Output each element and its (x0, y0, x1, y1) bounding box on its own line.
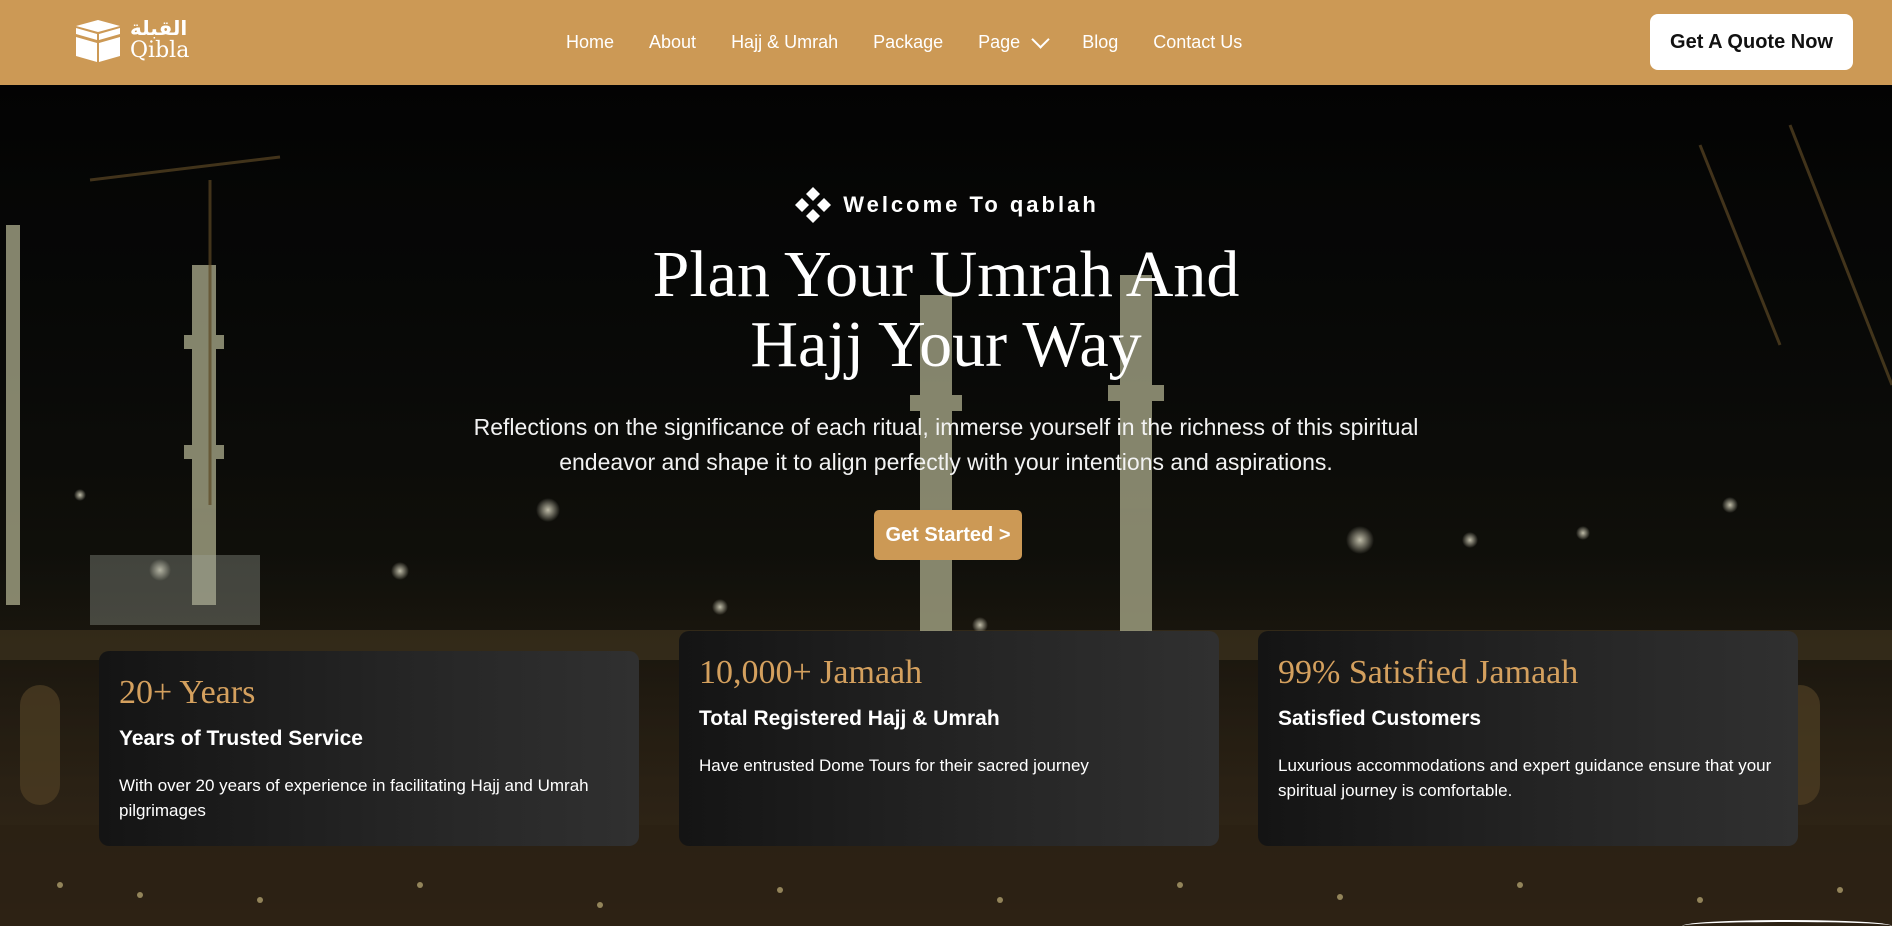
chevron-down-icon (1031, 30, 1050, 49)
nav-blog[interactable]: Blog (1082, 32, 1118, 53)
main-nav: Home About Hajj & Umrah Package Page Blo… (566, 0, 1242, 85)
stat-heading: Years of Trusted Service (119, 727, 363, 750)
stat-number: 20+ Years (119, 674, 256, 711)
decorative-arc (1682, 920, 1892, 926)
get-quote-button[interactable]: Get A Quote Now (1650, 14, 1853, 70)
stat-description: Luxurious accommodations and expert guid… (1278, 756, 1772, 800)
hero-title-line2: Hajj Your Way (750, 308, 1142, 381)
logo-arabic-text: القبلة (130, 16, 188, 40)
stat-heading: Total Registered Hajj & Umrah (699, 707, 1000, 730)
stat-number: 10,000+ Jamaah (699, 654, 923, 691)
site-logo[interactable]: القبلة Qibla (72, 14, 189, 66)
nav-hajj-umrah-label: Hajj & Umrah (731, 32, 839, 52)
hero-subtitle: Reflections on the significance of each … (446, 410, 1446, 480)
welcome-text: Welcome To qablah (843, 192, 1099, 217)
nav-about-label: About (649, 32, 697, 52)
logo-english-text: Qibla (130, 38, 190, 63)
get-started-button[interactable]: Get Started > (874, 510, 1022, 560)
nav-package[interactable]: Package (873, 32, 943, 53)
welcome-tagline: Welcome To qablah (0, 185, 1892, 225)
nav-page-label: Page (978, 32, 1021, 52)
stat-card-jamaah: 10,000+ Jamaah Total Registered Hajj & U… (679, 631, 1219, 846)
stat-number: 99% Satisfied Jamaah (1278, 654, 1579, 691)
nav-contact-us[interactable]: Contact Us (1153, 32, 1242, 53)
nav-page-dropdown[interactable]: Page (978, 30, 1050, 53)
stat-description: With over 20 years of experience in faci… (119, 776, 589, 820)
hero-title-line1: Plan Your Umrah And (652, 238, 1240, 311)
hero-subtitle-line1: Reflections on the significance of each … (473, 414, 1419, 440)
nav-about[interactable]: About (649, 32, 696, 53)
nav-blog-label: Blog (1082, 32, 1119, 52)
nav-home[interactable]: Home (566, 32, 614, 53)
site-header: القبلة Qibla Home About Hajj & Umrah Pac… (0, 0, 1892, 85)
nav-contact-label: Contact Us (1153, 32, 1243, 52)
stat-card-satisfied: 99% Satisfied Jamaah Satisfied Customers… (1258, 631, 1798, 846)
stat-description: Have entrusted Dome Tours for their sacr… (699, 756, 1089, 775)
stat-card-years: 20+ Years Years of Trusted Service With … (99, 651, 639, 846)
nav-hajj-umrah[interactable]: Hajj & Umrah (731, 32, 838, 53)
hero-title: Plan Your Umrah And Hajj Your Way (546, 240, 1346, 380)
diamond-cluster-icon (795, 187, 832, 223)
kaaba-icon (76, 20, 120, 62)
hero-subtitle-line2: endeavor and shape it to align perfectly… (559, 449, 1333, 475)
nav-package-label: Package (873, 32, 944, 52)
stat-heading: Satisfied Customers (1278, 707, 1482, 730)
nav-home-label: Home (566, 32, 615, 52)
